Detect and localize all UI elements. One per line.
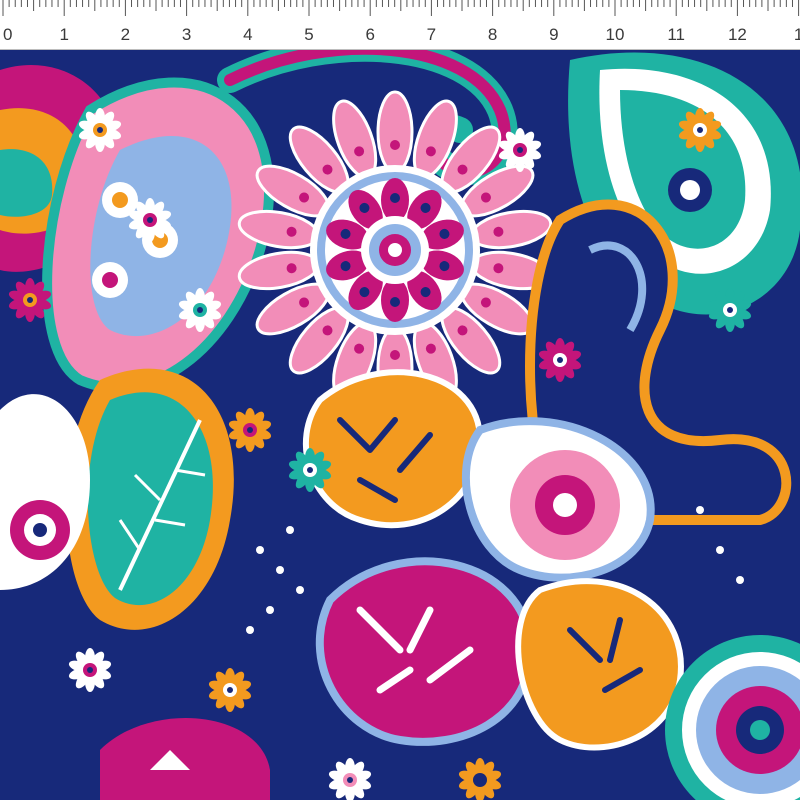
ruler-tick-label: 11 (667, 25, 685, 44)
ruler-scale: 0 1 2 3 4 5 6 7 8 9 10 11 12 1 (2, 0, 800, 44)
ruler-tick-label: 8 (488, 25, 497, 44)
ruler-tick-label: 2 (121, 25, 130, 44)
fabric-swatch-view: 0 1 2 3 4 5 6 7 8 9 10 11 12 1 (0, 0, 800, 800)
ruler-tick-label: 7 (427, 25, 436, 44)
ruler-tick-label: 10 (606, 25, 625, 44)
ruler-tick-label: 4 (243, 25, 252, 44)
ruler-tick-label: 12 (728, 25, 747, 44)
ruler-tick-label: 3 (182, 25, 191, 44)
ruler-tick-label: 1 (794, 25, 800, 44)
paisley-orange-leaves (303, 369, 484, 529)
ruler-tick-label: 1 (59, 25, 68, 44)
paisley-magenta-leaves (315, 557, 535, 746)
paisley-orange-bottom (515, 578, 684, 751)
ruler-tick-label: 6 (365, 25, 374, 44)
ruler-tick-label: 0 (3, 25, 12, 44)
measurement-ruler: 0 1 2 3 4 5 6 7 8 9 10 11 12 1 (0, 0, 800, 50)
ruler-tick-label: 5 (304, 25, 313, 44)
ruler-tick-label: 9 (549, 25, 558, 44)
paisley-fabric-pattern (0, 50, 800, 800)
